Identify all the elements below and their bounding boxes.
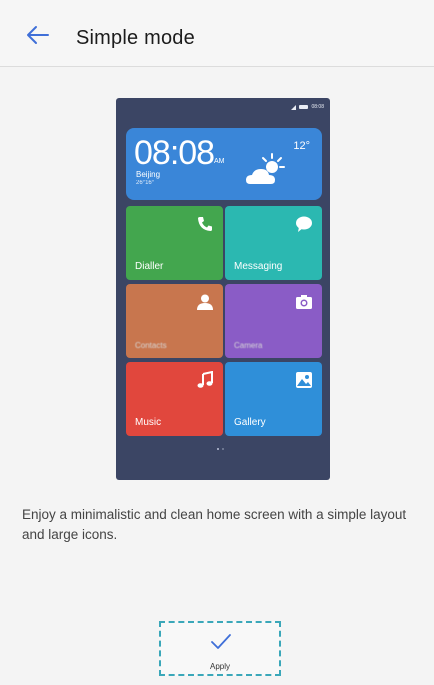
- tile-label: Contacts: [135, 341, 167, 350]
- arrow-left-icon: [27, 26, 49, 44]
- signal-icon: [291, 104, 297, 110]
- apply-label: Apply: [209, 662, 230, 671]
- widget-clock: 08:08: [134, 134, 215, 172]
- status-time: 08:08: [311, 104, 324, 110]
- tile-music: Music: [126, 362, 223, 436]
- tile-dialler: Dialler: [126, 206, 223, 280]
- camera-icon: [296, 295, 312, 309]
- chat-bubble-icon: [296, 216, 312, 232]
- tile-label: Camera: [234, 341, 263, 350]
- mode-description: Enjoy a minimalistic and clean home scre…: [22, 507, 407, 542]
- tile-messaging: Messaging: [225, 206, 322, 280]
- tile-label: Music: [135, 417, 162, 428]
- tile-label: Messaging: [234, 261, 283, 272]
- page-title: Simple mode: [76, 27, 195, 49]
- tile-contacts: Contacts: [126, 284, 223, 358]
- widget-temp-range: 26°16°: [136, 180, 155, 186]
- apply-button[interactable]: Apply: [159, 621, 281, 676]
- tile-camera: Camera: [225, 284, 322, 358]
- widget-ampm: AM: [214, 158, 225, 165]
- music-note-icon: [197, 371, 213, 388]
- weather-widget: 08:08 AM Beijing 26°16° 12°: [126, 128, 322, 200]
- tile-label: Dialler: [135, 261, 164, 272]
- widget-temperature: 12°: [293, 140, 310, 152]
- tile-gallery: Gallery: [225, 362, 322, 436]
- tile-label: Gallery: [234, 417, 266, 428]
- check-icon: [211, 634, 231, 649]
- home-screen-preview: 08:08 08:08 AM Beijing 26°16° 12° Dialle…: [116, 98, 330, 480]
- page-dot: [222, 448, 224, 450]
- page-dot-active: [217, 448, 219, 450]
- app-bar: Simple mode: [0, 0, 434, 67]
- phone-icon: [198, 217, 212, 231]
- person-icon: [197, 294, 213, 310]
- status-bar: 08:08: [291, 103, 324, 111]
- image-icon: [296, 372, 312, 388]
- page-indicator: [217, 448, 224, 450]
- partly-sunny-icon: [246, 153, 285, 184]
- battery-icon: [299, 105, 309, 109]
- back-button[interactable]: [22, 22, 52, 52]
- widget-city: Beijing: [136, 170, 161, 179]
